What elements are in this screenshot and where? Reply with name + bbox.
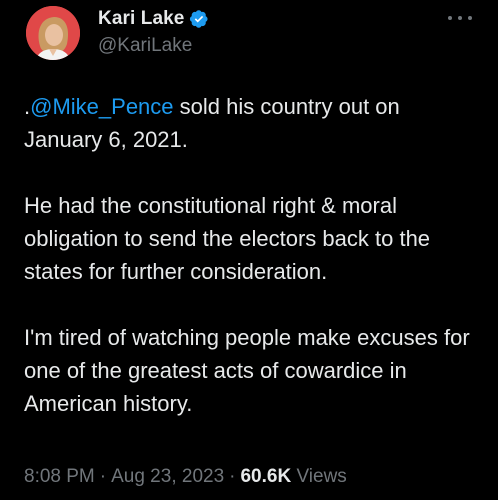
author-block: Kari Lake @KariLake [98,6,209,57]
tweet-text: .@Mike_Pence sold his country out on Jan… [24,90,484,420]
author-display-name[interactable]: Kari Lake [98,8,184,30]
mention-link[interactable]: @Mike_Pence [30,94,173,119]
tweet-time[interactable]: 8:08 PM [24,466,95,487]
tweet-paragraph-3: I'm tired of watching people make excuse… [24,325,470,416]
meta-separator: · [229,466,236,487]
more-dot [458,16,462,20]
more-options-icon[interactable] [448,10,472,26]
views-label: Views [296,466,347,487]
views-count[interactable]: 60.6K [240,466,291,487]
tweet-paragraph-2: He had the constitutional right & moral … [24,193,431,284]
avatar[interactable] [26,6,80,60]
verified-badge-icon[interactable] [189,9,209,29]
more-dot [468,16,472,20]
meta-separator: · [99,466,107,487]
avatar-image [26,6,80,60]
tweet-paragraph-1: .@Mike_Pence sold his country out on Jan… [24,90,484,156]
name-row: Kari Lake [98,6,209,32]
more-dot [448,16,452,20]
tweet-date[interactable]: Aug 23, 2023 [111,466,224,487]
tweet-meta: 8:08 PM · Aug 23, 2023 · 60.6K Views [24,466,347,488]
tweet: Kari Lake @KariLake .@Mike_Pence sold hi… [0,0,498,500]
author-handle[interactable]: @KariLake [98,35,209,57]
